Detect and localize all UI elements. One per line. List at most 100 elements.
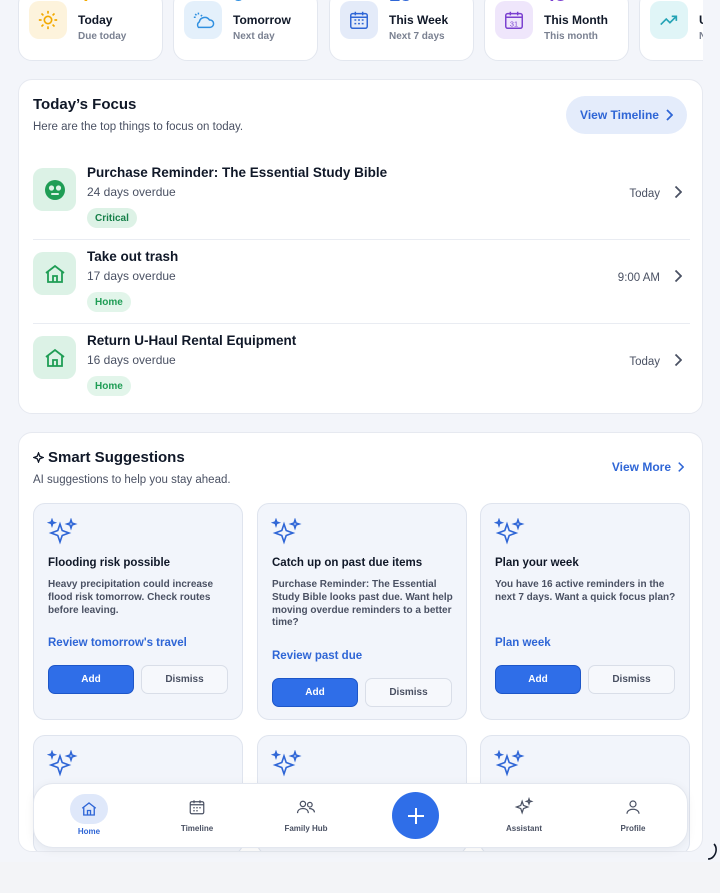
stat-card-this-month[interactable]: 31 43 This Month This month xyxy=(484,0,629,61)
stat-count: 18 xyxy=(389,0,411,5)
bottom-nav: Home Timeline Family Hub Assistant Profi… xyxy=(33,783,688,848)
sparkles-icon xyxy=(47,750,78,777)
focus-item-when: Today xyxy=(629,356,660,368)
suggestion-title: Catch up on past due items xyxy=(272,557,423,569)
nav-family-hub[interactable]: Family Hub xyxy=(271,794,341,839)
suggestion-action-link[interactable]: Plan week xyxy=(495,637,551,649)
stat-label: This Month xyxy=(544,13,608,27)
category-badge: Home xyxy=(87,376,131,396)
dismiss-button[interactable]: Dismiss xyxy=(588,665,675,694)
stat-card-this-week[interactable]: 18 This Week Next 7 days xyxy=(329,0,474,61)
calendar-31-icon: 31 xyxy=(495,1,533,39)
sun-icon xyxy=(29,1,67,39)
stat-sub: N xyxy=(699,31,703,42)
focus-item-when: Today xyxy=(629,188,660,200)
suggestion-title: Plan your week xyxy=(495,557,579,569)
users-icon xyxy=(296,794,316,820)
add-reminder-button[interactable] xyxy=(392,792,439,839)
stat-label: U xyxy=(699,13,703,27)
stat-card-tomorrow[interactable]: 5 Tomorrow Next day xyxy=(173,0,318,61)
sparkles-icon xyxy=(494,750,525,777)
user-icon xyxy=(624,794,642,820)
focus-item-overdue: 16 days overdue xyxy=(87,353,176,367)
add-button[interactable]: Add xyxy=(48,665,134,694)
focus-item-when: 9:00 AM xyxy=(617,272,660,284)
svg-text:31: 31 xyxy=(510,19,518,28)
home-icon xyxy=(33,252,76,295)
suggestion-body: Purchase Reminder: The Essential Study B… xyxy=(272,579,453,629)
chevron-right-icon xyxy=(674,353,682,367)
add-button[interactable]: Add xyxy=(495,665,581,694)
suggestion-card: Flooding risk possible Heavy precipitati… xyxy=(33,503,243,720)
focus-item-overdue: 17 days overdue xyxy=(87,269,176,283)
plus-icon xyxy=(407,807,424,824)
nav-profile[interactable]: Profile xyxy=(598,794,668,839)
suggestion-action-link[interactable]: Review past due xyxy=(272,650,362,662)
suggestions-subtitle: AI suggestions to help you stay ahead. xyxy=(33,474,231,486)
nav-home-label: Home xyxy=(77,827,101,836)
focus-item-title: Return U-Haul Rental Equipment xyxy=(87,333,297,348)
add-button[interactable]: Add xyxy=(272,678,358,707)
loading-spinner-icon xyxy=(707,843,717,860)
nav-profile-label: Profile xyxy=(620,824,646,833)
calendar-week-icon xyxy=(340,1,378,39)
stat-count: 43 xyxy=(544,0,566,5)
stat-sub: Due today xyxy=(78,31,127,42)
focus-title: Today’s Focus xyxy=(33,96,137,113)
chevron-right-icon xyxy=(674,185,682,199)
chevron-right-icon xyxy=(666,109,673,121)
category-badge: Home xyxy=(87,292,131,312)
sparkles-icon xyxy=(271,750,302,777)
nav-assistant[interactable]: Assistant xyxy=(489,794,559,839)
stat-card-upcoming[interactable]: U N xyxy=(639,0,703,61)
chevron-right-icon xyxy=(674,269,682,283)
stat-sub: Next day xyxy=(233,31,275,42)
suggestion-body: Heavy precipitation could increase flood… xyxy=(48,579,214,616)
nav-family-label: Family Hub xyxy=(284,824,328,833)
sparkles-icon xyxy=(47,518,78,545)
suggestion-card: Catch up on past due items Purchase Remi… xyxy=(257,503,467,720)
todays-focus-card: Today’s Focus Here are the top things to… xyxy=(18,79,703,414)
view-timeline-label: View Timeline xyxy=(580,108,659,122)
sparkles-icon xyxy=(494,518,525,545)
sparkles-icon xyxy=(271,518,302,545)
sparkles-icon xyxy=(514,794,534,820)
dismiss-button[interactable]: Dismiss xyxy=(365,678,452,707)
suggestions-header: Smart Suggestions xyxy=(33,449,185,466)
focus-item-title: Take out trash xyxy=(87,249,179,264)
calendar-icon xyxy=(188,794,206,820)
focus-item-title: Purchase Reminder: The Essential Study B… xyxy=(87,165,388,180)
nav-timeline[interactable]: Timeline xyxy=(162,794,232,839)
suggestion-card: Plan your week You have 16 active remind… xyxy=(480,503,690,720)
focus-item[interactable]: Return U-Haul Rental Equipment 16 days o… xyxy=(33,324,690,408)
summary-stats: 4 Today Due today 5 Tomorrow Next day 18… xyxy=(18,0,703,61)
priority-badge: Critical xyxy=(87,208,137,228)
view-more-label: View More xyxy=(611,460,671,474)
sparkle-icon xyxy=(33,452,44,463)
chevron-right-icon xyxy=(678,462,684,472)
focus-item[interactable]: Take out trash 17 days overdue Home 9:00… xyxy=(33,240,690,324)
home-icon xyxy=(33,336,76,379)
suggestions-title: Smart Suggestions xyxy=(48,449,185,466)
nav-home[interactable]: Home xyxy=(54,794,124,839)
stat-card-today[interactable]: 4 Today Due today xyxy=(18,0,163,61)
suggestion-action-link[interactable]: Review tomorrow's travel xyxy=(48,637,187,649)
suggestion-title: Flooding risk possible xyxy=(48,557,171,569)
stat-sub: This month xyxy=(544,31,598,42)
nav-assistant-label: Assistant xyxy=(505,824,542,833)
view-more-link[interactable]: View More xyxy=(612,460,684,474)
stat-count: 4 xyxy=(78,0,89,5)
dismiss-button[interactable]: Dismiss xyxy=(141,665,228,694)
alert-face-icon xyxy=(33,168,76,211)
suggestion-body: You have 16 active reminders in the next… xyxy=(495,579,676,603)
stat-label: Today xyxy=(78,13,113,27)
partly-cloudy-icon xyxy=(184,1,222,39)
stat-count: 5 xyxy=(233,0,244,5)
focus-item[interactable]: Purchase Reminder: The Essential Study B… xyxy=(33,156,690,240)
stat-label: This Week xyxy=(389,13,449,27)
stat-sub: Next 7 days xyxy=(389,31,445,42)
page-bottom xyxy=(0,862,720,893)
focus-item-overdue: 24 days overdue xyxy=(87,185,176,199)
view-timeline-button[interactable]: View Timeline xyxy=(566,96,687,134)
stat-label: Tomorrow xyxy=(233,13,291,27)
